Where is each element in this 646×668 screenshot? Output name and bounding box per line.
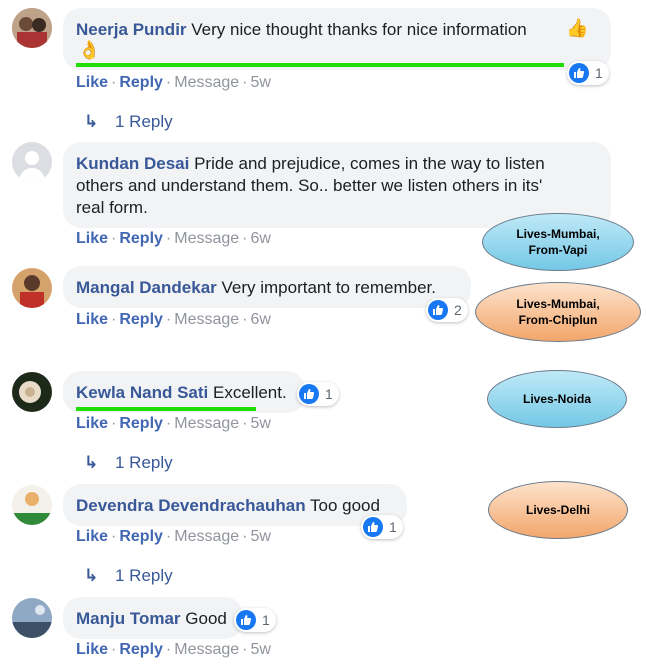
like-link[interactable]: Like: [76, 311, 108, 328]
comment-age[interactable]: 5w: [251, 74, 271, 91]
avatar-photo: [12, 268, 52, 308]
comment-age[interactable]: 5w: [251, 415, 271, 432]
location-annotation: Lives-Mumbai, From-Chiplun: [475, 282, 641, 342]
comment-body-line: others and understand them. So.. better …: [76, 176, 543, 195]
comment-author[interactable]: Kundan Desai: [76, 154, 189, 173]
comment-age[interactable]: 6w: [251, 230, 271, 247]
reaction-number: 1: [389, 519, 397, 535]
reply-link[interactable]: Reply: [119, 230, 163, 247]
comment-text: Kewla Nand Sati Excellent.: [76, 382, 287, 404]
message-link[interactable]: Message: [174, 415, 239, 432]
reply-link[interactable]: Reply: [119, 415, 163, 432]
like-reaction-icon: [569, 63, 589, 83]
comment-actions: Like · Reply · Message · 5w: [76, 415, 271, 432]
comment-author[interactable]: Devendra Devendrachauhan: [76, 496, 306, 515]
comment-author[interactable]: Kewla Nand Sati: [76, 383, 208, 402]
thumbs-up-emoji: 👍: [566, 18, 589, 38]
replies-count: 1 Reply: [115, 566, 173, 585]
reply-link[interactable]: Reply: [119, 528, 163, 545]
message-link[interactable]: Message: [174, 74, 239, 91]
comment-body: Excellent.: [213, 383, 287, 402]
comment-text: Mangal Dandekar Very important to rememb…: [76, 277, 436, 299]
avatar-photo: [12, 485, 52, 525]
avatar[interactable]: [12, 598, 52, 638]
reply-link[interactable]: Reply: [119, 74, 163, 91]
message-link[interactable]: Message: [174, 528, 239, 545]
reaction-count[interactable]: 1: [361, 515, 403, 539]
like-link[interactable]: Like: [76, 528, 108, 545]
reaction-count[interactable]: 2: [426, 298, 468, 322]
comment-text: Neerja Pundir Very nice thought thanks f…: [76, 19, 527, 41]
highlight-underline: [76, 63, 564, 67]
avatar-photo: [12, 8, 52, 48]
reaction-number: 1: [595, 65, 603, 81]
comment-body: Too good: [310, 496, 380, 515]
message-link[interactable]: Message: [174, 641, 239, 658]
comment-author[interactable]: Neerja Pundir: [76, 20, 187, 39]
comment-actions: Like · Reply · Message · 6w: [76, 311, 271, 328]
like-link[interactable]: Like: [76, 415, 108, 432]
avatar-photo: [12, 598, 52, 638]
avatar[interactable]: [12, 8, 52, 48]
comment-author[interactable]: Manju Tomar: [76, 609, 181, 628]
comment-actions: Like · Reply · Message · 5w: [76, 74, 271, 91]
like-link[interactable]: Like: [76, 230, 108, 247]
location-annotation: Lives-Noida: [487, 370, 627, 428]
reaction-number: 1: [262, 612, 270, 628]
reaction-count[interactable]: 1: [567, 61, 609, 85]
avatar[interactable]: [12, 268, 52, 308]
location-annotation: Lives-Delhi: [488, 481, 628, 539]
reply-arrow-icon: ↳: [84, 112, 99, 131]
comment-actions: Like · Reply · Message · 6w: [76, 230, 271, 247]
like-link[interactable]: Like: [76, 641, 108, 658]
reaction-count[interactable]: 1: [297, 382, 339, 406]
replies-count: 1 Reply: [115, 112, 173, 131]
comment-text: Kundan Desai Pride and prejudice, comes …: [76, 153, 545, 175]
like-link[interactable]: Like: [76, 74, 108, 91]
replies-count: 1 Reply: [115, 453, 173, 472]
location-annotation: Lives-Mumbai, From-Vapi: [482, 213, 634, 271]
reply-link[interactable]: Reply: [119, 311, 163, 328]
comment-body-line: real form.: [76, 198, 148, 217]
comment-text: Devendra Devendrachauhan Too good: [76, 495, 380, 517]
comment-age[interactable]: 6w: [251, 311, 271, 328]
reaction-count[interactable]: 1: [234, 608, 276, 632]
view-replies-link[interactable]: ↳ 1 Reply: [84, 112, 173, 132]
reply-link[interactable]: Reply: [119, 641, 163, 658]
comment-age[interactable]: 5w: [251, 528, 271, 545]
comment-actions: Like · Reply · Message · 5w: [76, 641, 271, 658]
avatar[interactable]: [12, 372, 52, 412]
view-replies-link[interactable]: ↳ 1 Reply: [84, 453, 173, 473]
comment-body: Very important to remember.: [221, 278, 436, 297]
ok-hand-emoji: 👌: [78, 40, 101, 60]
like-reaction-icon: [236, 610, 256, 630]
avatar[interactable]: [12, 485, 52, 525]
view-replies-link[interactable]: ↳ 1 Reply: [84, 566, 173, 586]
reaction-number: 2: [454, 302, 462, 318]
message-link[interactable]: Message: [174, 230, 239, 247]
reply-arrow-icon: ↳: [84, 566, 99, 585]
like-reaction-icon: [299, 384, 319, 404]
default-avatar-icon[interactable]: [12, 142, 52, 182]
comment-body-line: Pride and prejudice, comes in the way to…: [194, 154, 545, 173]
comment-body: Good: [185, 609, 227, 628]
comment-body: Very nice thought thanks for nice inform…: [191, 20, 527, 39]
comment-age[interactable]: 5w: [251, 641, 271, 658]
comment-author[interactable]: Mangal Dandekar: [76, 278, 217, 297]
comment-actions: Like · Reply · Message · 5w: [76, 528, 271, 545]
reaction-number: 1: [325, 386, 333, 402]
highlight-underline: [76, 407, 256, 411]
message-link[interactable]: Message: [174, 311, 239, 328]
comment-text: Manju Tomar Good: [76, 608, 227, 630]
reply-arrow-icon: ↳: [84, 453, 99, 472]
like-reaction-icon: [363, 517, 383, 537]
like-reaction-icon: [428, 300, 448, 320]
avatar-photo: [12, 372, 52, 412]
